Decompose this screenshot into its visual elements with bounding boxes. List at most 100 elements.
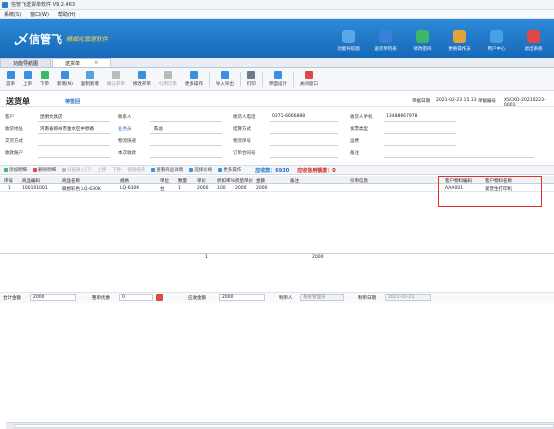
confirm-button[interactable]: 确认开单 — [103, 71, 129, 87]
column-header[interactable]: 折后单价 — [235, 178, 253, 184]
add-row-button[interactable]: 添加明细 — [4, 167, 27, 173]
save-icon — [111, 71, 120, 79]
close-window-button[interactable]: 关闭窗口 — [296, 71, 322, 87]
made-date-label: 制单日期 — [358, 296, 376, 301]
table-cell[interactable]: 2000 — [256, 186, 267, 191]
total-amount: 2000 — [312, 255, 324, 260]
table-cell[interactable]: 100101001 — [22, 186, 48, 191]
column-header[interactable]: 单价 — [197, 178, 206, 184]
logo-brand: 信管飞 — [29, 32, 63, 46]
address-field[interactable]: 河南省郑州市金水区中原路 — [40, 126, 94, 132]
move-down-button[interactable]: 下移 — [112, 167, 121, 173]
table-cell[interactable]: 台 — [160, 186, 165, 192]
table-cell[interactable]: 100 — [217, 186, 226, 191]
table-cell[interactable]: 2000 — [235, 186, 246, 191]
phone-field[interactable]: 0371-6666888 — [272, 114, 305, 119]
grid-more-button[interactable]: 更多操作 — [218, 167, 241, 173]
delete-row-button[interactable]: 删除明细 — [33, 167, 56, 173]
settle-label: 结算方式 — [233, 127, 251, 132]
view-detail-button[interactable]: 查看商品详情 — [151, 167, 183, 173]
close-icon[interactable]: × — [94, 60, 98, 66]
table-cell[interactable]: LQ-630K — [120, 186, 139, 191]
nav-button[interactable]: 功能导航图 — [330, 23, 367, 55]
import-order-button[interactable]: 引用订单 — [155, 71, 181, 87]
scan-button[interactable]: 扫描录入(T) — [62, 167, 91, 173]
next-button[interactable]: 下单 — [36, 71, 53, 87]
column-header[interactable]: 商品名称 — [62, 178, 80, 184]
discount-icon[interactable] — [156, 294, 163, 301]
nav-button[interactable]: 更换操作员 — [441, 23, 478, 55]
totals-row: 1 2000 — [0, 254, 554, 262]
move-up-button[interactable]: 上移 — [97, 167, 106, 173]
modify-label: 修改开单 — [132, 82, 151, 87]
column-header[interactable]: 序号 — [4, 178, 13, 184]
move-up-label: 上移 — [97, 168, 107, 173]
app-icon — [2, 1, 8, 8]
nav-button[interactable]: 送货单列表 — [367, 23, 404, 55]
nav-button[interactable]: 退出系统 — [515, 23, 552, 55]
menu-help[interactable]: 帮助(H) — [58, 11, 76, 18]
column-header[interactable]: 商品编码 — [22, 178, 40, 184]
credit-label: 应收信用额度： — [297, 167, 333, 174]
import-button[interactable]: 导入导出 — [212, 71, 238, 87]
column-header[interactable]: 规格 — [120, 178, 129, 184]
first-button[interactable]: 首单 — [2, 71, 19, 87]
nav-button[interactable]: 用户中心 — [478, 23, 515, 55]
clerk-field[interactable]: 陈总 — [154, 126, 163, 132]
prev-button[interactable]: 上单 — [19, 71, 36, 87]
column-header[interactable]: 单位 — [160, 178, 169, 184]
customer-field[interactable]: 昆明文具店 — [40, 114, 63, 120]
phone-label: 收货人电话 — [233, 115, 256, 120]
first-icon — [6, 71, 15, 79]
layout-icon — [273, 71, 282, 79]
discount-field[interactable]: 0 — [119, 294, 153, 301]
receivable-field[interactable]: 2000 — [219, 294, 265, 301]
page-title: 送货单 — [6, 97, 30, 106]
toolbar-divider — [261, 71, 263, 87]
header-banner: 乄 信管飞 精细化管理软件 功能导航图 送货单列表 修改密码 更换操作员 用户中心 退出系… — [0, 19, 554, 58]
add-icon — [4, 168, 8, 172]
nav-button[interactable]: 修改密码 — [404, 23, 441, 55]
menu-system[interactable]: 系统(S) — [4, 11, 21, 18]
next-label: 下单 — [40, 82, 49, 87]
mobile-field[interactable]: 13488667978 — [386, 114, 418, 119]
underline — [38, 133, 110, 134]
table-cell[interactable]: 1 — [178, 186, 181, 191]
underline — [384, 145, 456, 146]
table-cell[interactable]: 1 — [8, 186, 11, 191]
select-price-button[interactable]: 选择价格 — [189, 167, 212, 173]
toolbar: 首单 上单 下单 新增(N) 复制新增 确认开单 修改开单 引用订单 更多操作 … — [0, 68, 554, 91]
underline — [384, 121, 456, 122]
table-cell[interactable]: 联想彩色 LQ-630K — [62, 186, 101, 192]
print-button[interactable]: 打印 — [243, 71, 260, 87]
scroll-thumb[interactable] — [14, 424, 554, 428]
copy-button[interactable]: 复制新增 — [77, 71, 103, 87]
table-cell[interactable]: 2000 — [197, 186, 208, 191]
horizontal-scrollbar[interactable] — [6, 422, 554, 429]
date-value[interactable]: 2021-02-23 15.13 — [436, 98, 476, 103]
column-header[interactable]: 折扣率% — [217, 178, 235, 184]
modify-button[interactable]: 修改开单 — [129, 71, 155, 87]
freight-label: 运费 — [350, 139, 359, 144]
number-value[interactable]: XSCKD-20210223-0001 — [504, 98, 554, 108]
column-header[interactable]: 备注 — [290, 178, 299, 184]
column-header[interactable]: 引单信息 — [350, 178, 368, 184]
credit-value: 0 — [332, 167, 336, 174]
nav-label: 退出系统 — [524, 47, 543, 52]
quick-sort-button[interactable]: 快速排序 — [127, 167, 145, 173]
more-button[interactable]: 更多操作 — [181, 71, 207, 87]
layout-label: 界面设计 — [268, 82, 287, 87]
menu-window[interactable]: 窗口(W) — [30, 11, 49, 18]
column-header[interactable]: 金额 — [256, 178, 265, 184]
tab-home[interactable]: 功能导航图 — [0, 58, 52, 67]
layout-button[interactable]: 界面设计 — [265, 71, 291, 87]
column-header[interactable]: 数量 — [178, 178, 187, 184]
tab-current[interactable]: 送货单 × — [52, 58, 112, 67]
address-label: 收货地址 — [5, 127, 23, 132]
tab-home-label: 功能导航图 — [13, 60, 39, 67]
total-field[interactable]: 2000 — [30, 294, 76, 301]
receivable-label: 应收金额 — [188, 296, 206, 301]
print-label: 打印 — [246, 82, 256, 87]
new-button[interactable]: 新增(N) — [53, 71, 77, 87]
amount-label: 本次收款 — [118, 151, 136, 156]
